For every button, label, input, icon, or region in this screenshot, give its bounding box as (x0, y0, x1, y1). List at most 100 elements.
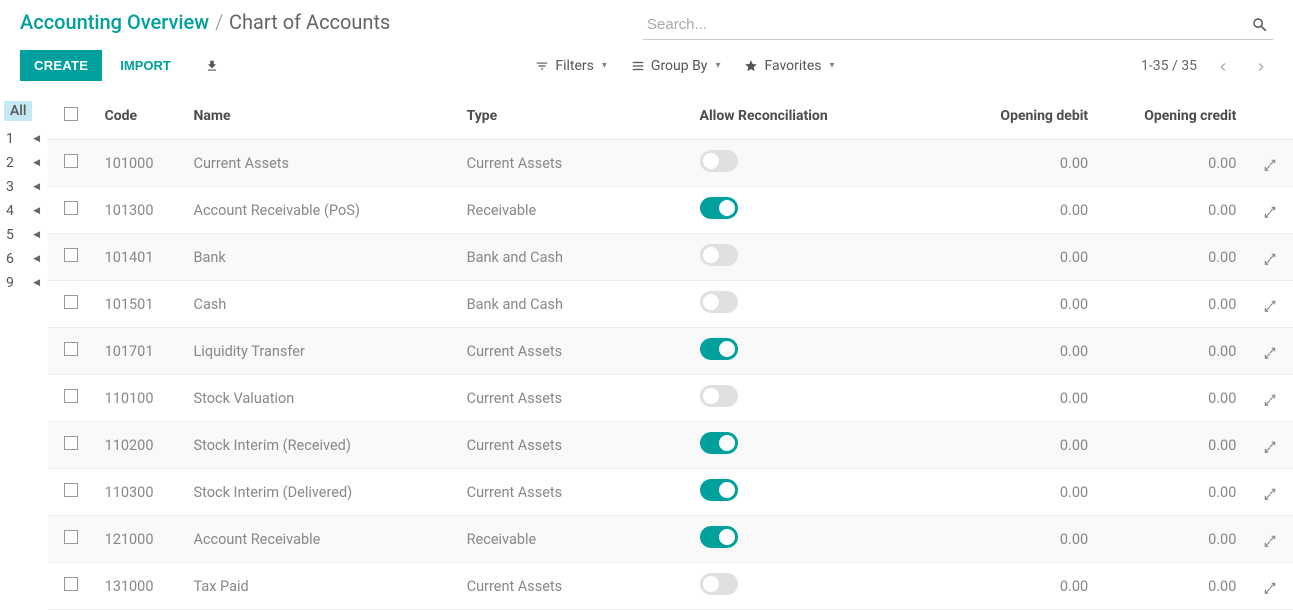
column-header-code[interactable]: Code (95, 93, 184, 140)
cell-name[interactable]: Stock Interim (Delivered) (184, 469, 457, 516)
expand-icon[interactable] (1263, 251, 1277, 266)
column-header-type[interactable]: Type (457, 93, 690, 140)
cell-opening-debit[interactable]: 0.00 (971, 422, 1098, 469)
cell-opening-credit[interactable]: 0.00 (1098, 328, 1246, 375)
reconcile-toggle[interactable] (700, 573, 738, 595)
table-row[interactable]: 101000Current AssetsCurrent Assets0.000.… (48, 140, 1293, 187)
cell-opening-debit[interactable]: 0.00 (971, 516, 1098, 563)
row-checkbox[interactable] (64, 436, 78, 450)
table-row[interactable]: 110100Stock ValuationCurrent Assets 0.000… (48, 375, 1293, 422)
cell-name[interactable]: Current Assets (184, 140, 457, 187)
reconcile-toggle[interactable] (700, 244, 738, 266)
reconcile-toggle[interactable] (700, 432, 738, 454)
column-header-reconcile[interactable]: Allow Reconciliation (690, 93, 972, 140)
cell-opening-debit[interactable]: 0.00 (971, 469, 1098, 516)
download-button[interactable] (195, 50, 229, 81)
reconcile-toggle[interactable] (700, 385, 738, 407)
cell-code[interactable]: 110200 (95, 422, 184, 469)
reconcile-toggle[interactable] (700, 479, 738, 501)
cell-type[interactable]: Current Assets (457, 469, 690, 516)
expand-icon[interactable] (1263, 157, 1277, 172)
table-row[interactable]: 131000Tax PaidCurrent Assets0.000.00 (48, 563, 1293, 610)
cell-type[interactable]: Receivable (457, 516, 690, 563)
cell-name[interactable]: Tax Paid (184, 563, 457, 610)
column-header-opening-debit[interactable]: Opening debit (971, 93, 1098, 140)
cell-opening-debit[interactable]: 0.00 (971, 375, 1098, 422)
sidebar-index-item[interactable]: 9◀ (0, 271, 48, 295)
cell-code[interactable]: 131000 (95, 563, 184, 610)
breadcrumb-parent-link[interactable]: Accounting Overview (20, 10, 209, 34)
table-row[interactable]: 110200Stock Interim (Received)Current As… (48, 422, 1293, 469)
group-by-button[interactable]: Group By ▾ (631, 58, 721, 74)
table-row[interactable]: 101501CashBank and Cash0.000.00 (48, 281, 1293, 328)
sidebar-item-all[interactable]: All (4, 101, 32, 121)
sidebar-index-item[interactable]: 2◀ (0, 151, 48, 175)
expand-icon[interactable] (1263, 345, 1277, 360)
row-checkbox[interactable] (64, 248, 78, 262)
cell-name[interactable]: Liquidity Transfer (184, 328, 457, 375)
cell-type[interactable]: Current Assets (457, 563, 690, 610)
sidebar-index-item[interactable]: 5◀ (0, 223, 48, 247)
cell-opening-credit[interactable]: 0.00 (1098, 140, 1246, 187)
pager-next-button[interactable] (1249, 56, 1273, 75)
row-checkbox[interactable] (64, 530, 78, 544)
cell-code[interactable]: 110100 (95, 375, 184, 422)
pager-prev-button[interactable] (1211, 56, 1235, 75)
cell-code[interactable]: 101501 (95, 281, 184, 328)
cell-opening-credit[interactable]: 0.00 (1098, 375, 1246, 422)
search-icon[interactable] (1247, 15, 1273, 35)
import-button[interactable]: IMPORT (106, 50, 185, 81)
cell-name[interactable]: Account Receivable (184, 516, 457, 563)
row-checkbox[interactable] (64, 201, 78, 215)
cell-name[interactable]: Cash (184, 281, 457, 328)
table-row[interactable]: 110300Stock Interim (Delivered)Current A… (48, 469, 1293, 516)
cell-opening-debit[interactable]: 0.00 (971, 140, 1098, 187)
table-row[interactable]: 101701Liquidity TransferCurrent Assets0.… (48, 328, 1293, 375)
create-button[interactable]: CREATE (20, 50, 102, 81)
table-row[interactable]: 121000Account ReceivableReceivable 0.000.… (48, 516, 1293, 563)
cell-code[interactable]: 101000 (95, 140, 184, 187)
cell-opening-credit[interactable]: 0.00 (1098, 422, 1246, 469)
sidebar-index-item[interactable]: 1◀ (0, 127, 48, 151)
expand-icon[interactable] (1263, 439, 1277, 454)
sidebar-index-item[interactable]: 6◀ (0, 247, 48, 271)
reconcile-toggle[interactable] (700, 150, 738, 172)
cell-name[interactable]: Bank (184, 234, 457, 281)
table-row[interactable]: 101401BankBank and Cash0.000.00 (48, 234, 1293, 281)
row-checkbox[interactable] (64, 295, 78, 309)
favorites-button[interactable]: Favorites ▾ (744, 58, 834, 74)
row-checkbox[interactable] (64, 154, 78, 168)
cell-code[interactable]: 121000 (95, 516, 184, 563)
cell-name[interactable]: Stock Valuation (184, 375, 457, 422)
cell-type[interactable]: Bank and Cash (457, 234, 690, 281)
cell-opening-debit[interactable]: 0.00 (971, 234, 1098, 281)
cell-name[interactable]: Account Receivable (PoS) (184, 187, 457, 234)
cell-type[interactable]: Current Assets (457, 140, 690, 187)
expand-icon[interactable] (1263, 580, 1277, 595)
expand-icon[interactable] (1263, 486, 1277, 501)
cell-type[interactable]: Current Assets (457, 328, 690, 375)
expand-icon[interactable] (1263, 392, 1277, 407)
table-row[interactable]: 101300Account Receivable (PoS)Receivable… (48, 187, 1293, 234)
search-input[interactable] (643, 10, 1247, 39)
cell-type[interactable]: Receivable (457, 187, 690, 234)
column-header-opening-credit[interactable]: Opening credit (1098, 93, 1246, 140)
cell-opening-credit[interactable]: 0.00 (1098, 469, 1246, 516)
cell-opening-credit[interactable]: 0.00 (1098, 516, 1246, 563)
expand-icon[interactable] (1263, 204, 1277, 219)
expand-icon[interactable] (1263, 298, 1277, 313)
cell-type[interactable]: Current Assets (457, 375, 690, 422)
cell-opening-debit[interactable]: 0.00 (971, 281, 1098, 328)
row-checkbox[interactable] (64, 389, 78, 403)
filters-button[interactable]: Filters ▾ (535, 58, 607, 74)
select-all-checkbox[interactable] (64, 107, 78, 121)
cell-name[interactable]: Stock Interim (Received) (184, 422, 457, 469)
reconcile-toggle[interactable] (700, 197, 738, 219)
pager-range[interactable]: 1-35 / 35 (1141, 58, 1197, 74)
sidebar-index-item[interactable]: 3◀ (0, 175, 48, 199)
sidebar-index-item[interactable]: 4◀ (0, 199, 48, 223)
cell-code[interactable]: 101300 (95, 187, 184, 234)
expand-icon[interactable] (1263, 533, 1277, 548)
cell-code[interactable]: 101401 (95, 234, 184, 281)
cell-opening-credit[interactable]: 0.00 (1098, 563, 1246, 610)
